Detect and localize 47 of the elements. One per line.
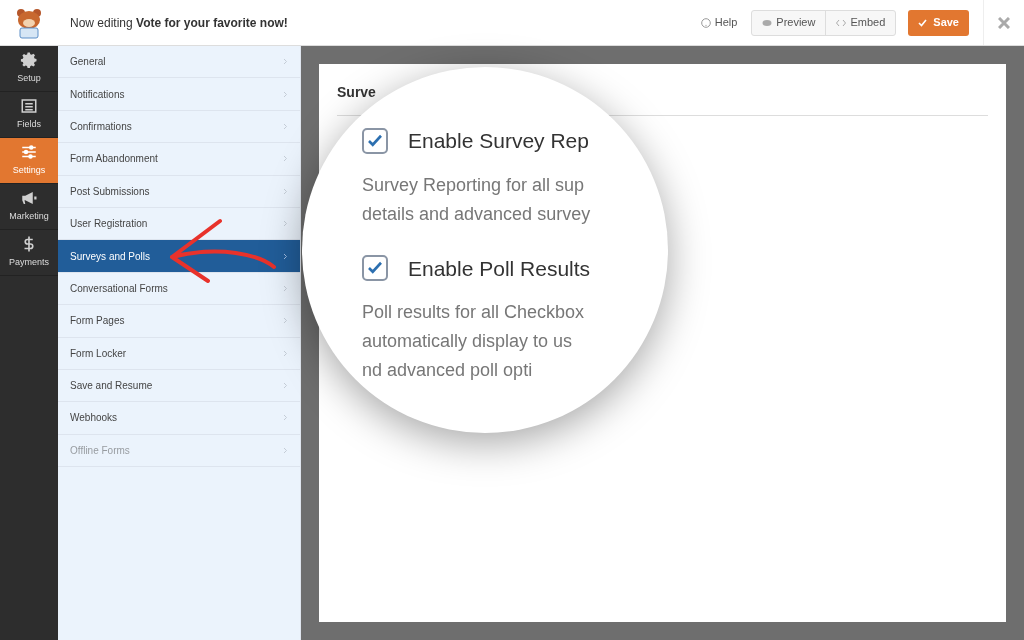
- chevron-icon: [283, 90, 288, 98]
- sliders-icon: [20, 143, 38, 162]
- help-icon: [700, 17, 711, 28]
- settings-menu-item[interactable]: Form Abandonment: [70, 151, 158, 167]
- settings-menu-item[interactable]: User Registration: [70, 216, 148, 232]
- chevron-icon: [283, 122, 288, 130]
- settings-menu-item[interactable]: Save and Resume: [70, 378, 153, 394]
- checkbox[interactable]: [362, 255, 388, 282]
- chevron-icon: [283, 58, 288, 66]
- embed-button[interactable]: Embed: [826, 10, 896, 35]
- chevron-icon: [283, 382, 288, 390]
- check-icon: [918, 18, 928, 27]
- chevron-icon: [283, 317, 288, 325]
- help-button[interactable]: Help: [700, 14, 738, 31]
- editing-title: Now editing Vote for your favorite now!: [70, 14, 288, 32]
- eye-icon: [762, 18, 773, 27]
- settings-menu-item[interactable]: Surveys and Polls: [70, 248, 151, 264]
- settings-menu-item[interactable]: General: [70, 54, 106, 70]
- panel-title: Surve: [337, 83, 377, 102]
- checkbox[interactable]: [362, 127, 388, 154]
- settings-menu-item[interactable]: Form Pages: [70, 313, 125, 329]
- settings-menu-item[interactable]: Confirmations: [70, 118, 132, 134]
- preview-button[interactable]: Preview: [752, 10, 827, 35]
- chevron-icon: [283, 414, 288, 422]
- settings-menu-item[interactable]: Notifications: [70, 86, 125, 102]
- chevron-icon: [283, 349, 288, 357]
- chevron-icon: [283, 220, 288, 228]
- option-label: Enable Poll Results: [408, 255, 591, 282]
- gear-icon: [20, 51, 38, 70]
- option-description: details and advanced survey: [362, 202, 591, 226]
- chevron-icon: [283, 446, 288, 454]
- option-description: Survey Reporting for all sup: [362, 173, 586, 197]
- settings-menu-item[interactable]: Webhooks: [70, 410, 118, 426]
- option-description: Poll results for all Checkbox: [362, 301, 586, 324]
- chevron-icon: [283, 187, 288, 195]
- settings-menu-item[interactable]: Post Submissions: [70, 183, 150, 199]
- chevron-icon: [283, 252, 288, 260]
- settings-menu-item[interactable]: Conversational Forms: [70, 280, 168, 296]
- settings-menu-item[interactable]: Form Locker: [70, 345, 127, 361]
- list-icon: [20, 97, 38, 116]
- option-description: nd advanced poll opti: [362, 359, 534, 382]
- code-icon: [836, 18, 847, 27]
- chevron-icon: [283, 155, 288, 163]
- option-label: Enable Survey Rep: [408, 128, 589, 154]
- chevron-icon: [283, 284, 288, 292]
- option-description: automatically display to us: [362, 330, 574, 353]
- close-icon: [998, 16, 1010, 29]
